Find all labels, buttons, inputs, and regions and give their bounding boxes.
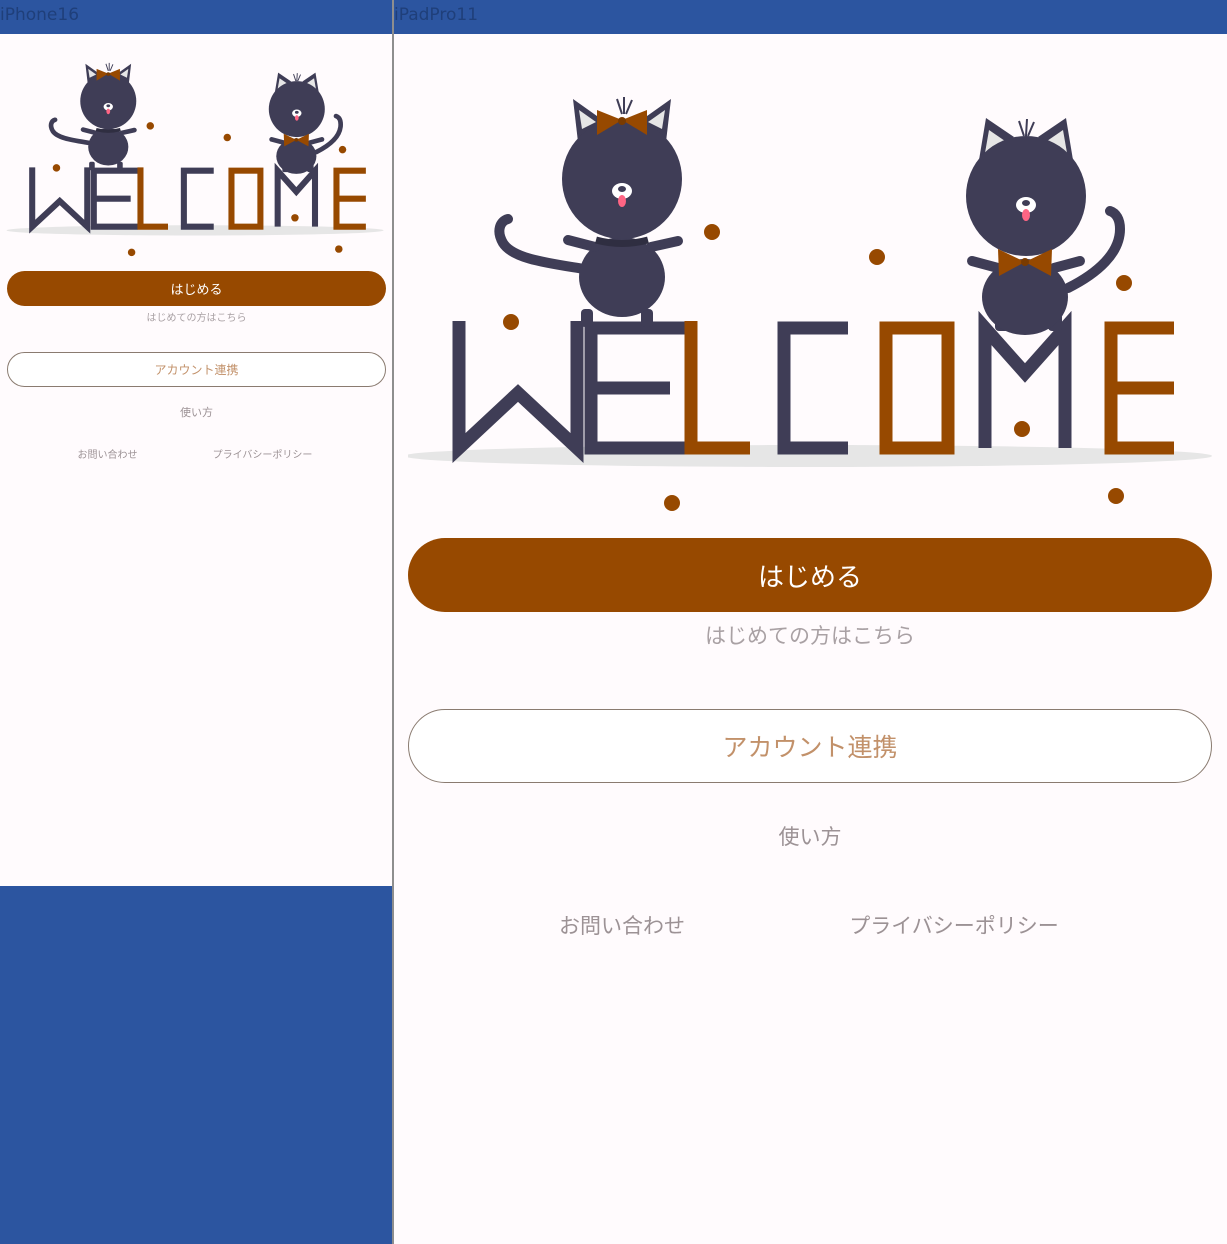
start-button[interactable]: はじめる [408, 538, 1212, 612]
contact-link[interactable]: お問い合わせ [512, 910, 732, 940]
privacy-policy-link[interactable]: プライバシーポリシー [804, 910, 1104, 940]
welcome-illustration [408, 63, 1212, 513]
account-link-button[interactable]: アカウント連携 [7, 352, 386, 387]
start-button[interactable]: はじめる [7, 271, 386, 306]
start-note: はじめての方はこちら [705, 624, 915, 648]
ipadpro11-screen: はじめる はじめての方はこちら アカウント連携 使い方 お問い合わせ プライバシ… [394, 34, 1227, 1244]
start-note: はじめての方はこちら [146, 313, 247, 324]
how-to-use-link[interactable]: 使い方 [408, 821, 1212, 851]
account-link-button[interactable]: アカウント連携 [408, 709, 1212, 783]
device-label-iphone16: iPhone16 [0, 5, 80, 25]
device-label-ipadpro11: iPadPro11 [394, 5, 479, 25]
contact-link[interactable]: お問い合わせ [40, 446, 175, 461]
how-to-use-link[interactable]: 使い方 [7, 404, 386, 420]
iphone16-screen: はじめる はじめての方はこちら アカウント連携 使い方 お問い合わせ プライバシ… [0, 34, 392, 886]
welcome-illustration [6, 47, 386, 257]
privacy-policy-link[interactable]: プライバシーポリシー [195, 446, 330, 461]
